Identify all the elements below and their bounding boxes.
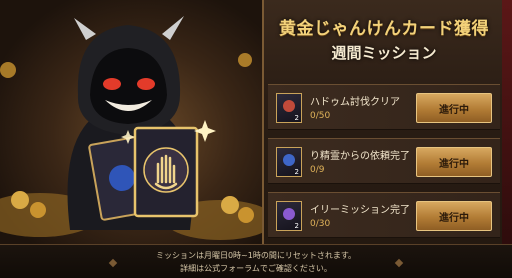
reset-notice: ミッションは月曜日0時~1時の間にリセットされます。 (155, 251, 357, 260)
mission-panel: 黄金じゃんけんカード獲得 週間ミッション 2 ハドゥム討伐クリア 0/50 進行… (262, 0, 512, 244)
mission-label: イリーミッション完了 (310, 205, 410, 216)
mission-row: 2 ハドゥム討伐クリア 0/50 進行中 (268, 84, 500, 130)
in-progress-button[interactable]: 進行中 (416, 147, 492, 177)
footer-notice: ミッションは月曜日0時~1時の間にリセットされます。 詳細は公式フォーラムでご確… (0, 244, 512, 278)
forum-notice: 詳細は公式フォーラムでご確認ください。 (180, 264, 332, 273)
mission-label: り精霊からの依頼完了 (310, 151, 410, 162)
orb-icon (283, 208, 295, 220)
reward-card-icon: 2 (276, 93, 302, 123)
mission-row: 2 イリーミッション完了 0/30 進行中 (268, 192, 500, 238)
mascot-illustration (0, 0, 262, 244)
reward-count: 2 (294, 222, 299, 230)
mission-progress: 0/9 (310, 165, 325, 175)
event-subtitle: 週間ミッション (331, 44, 437, 62)
orb-icon (283, 100, 295, 112)
in-progress-button[interactable]: 進行中 (416, 201, 492, 231)
event-banner: 黄金じゃんけんカード獲得 週間ミッション 2 ハドゥム討伐クリア 0/50 進行… (0, 0, 512, 278)
mission-label: ハドゥム討伐クリア (310, 97, 400, 108)
in-progress-button[interactable]: 進行中 (416, 93, 492, 123)
mission-progress: 0/30 (310, 219, 331, 229)
orb-icon (283, 154, 295, 166)
mission-progress: 0/50 (310, 111, 331, 121)
reward-count: 2 (294, 114, 299, 122)
mission-row: 2 り精霊からの依頼完了 0/9 進行中 (268, 138, 500, 184)
event-title: 黄金じゃんけんカード獲得 (279, 19, 489, 39)
reward-count: 2 (294, 168, 299, 176)
reward-card-icon: 2 (276, 147, 302, 177)
reward-card-icon: 2 (276, 201, 302, 231)
